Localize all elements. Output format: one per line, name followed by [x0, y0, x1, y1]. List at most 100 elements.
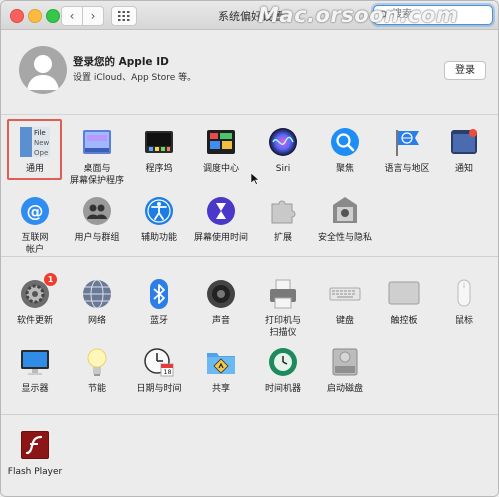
pane-desktop-screensaver[interactable]: 桌面与 屏幕保护程序: [66, 126, 128, 187]
security-privacy-icon: [333, 197, 357, 223]
title-bar: ‹ › 系统偏好设置 Mac.orsoon.com: [1, 1, 498, 30]
pane-flash-player[interactable]: Flash Player: [4, 429, 66, 478]
zoom-button[interactable]: [46, 9, 60, 23]
pane-label: 聚焦: [335, 164, 354, 174]
screen-time-icon: [207, 197, 235, 225]
pane-label: 语言与地区: [384, 164, 430, 174]
other-prefs-section: Flash Player: [1, 415, 498, 496]
avatar[interactable]: [19, 46, 67, 94]
accessibility-icon: [145, 197, 173, 225]
pane-label: 通用: [25, 164, 44, 174]
pane-siri[interactable]: Siri: [252, 126, 314, 175]
pane-label: 网络: [87, 316, 106, 326]
display-icon: [21, 350, 49, 375]
pane-language-region[interactable]: 语言与地区: [376, 126, 438, 175]
time-machine-icon: [269, 348, 297, 376]
pane-energy-saver[interactable]: 节能: [66, 346, 128, 395]
pane-trackpad[interactable]: 触控板: [373, 278, 435, 327]
pane-time-machine[interactable]: 时间机器: [252, 346, 314, 395]
pane-startup-disk[interactable]: 启动磁盘: [314, 346, 376, 395]
pane-software-update[interactable]: 1 软件更新: [4, 273, 66, 327]
pane-notifications[interactable]: 通知: [433, 126, 495, 175]
pane-sharing[interactable]: 共享: [190, 346, 252, 395]
pane-mouse[interactable]: 鼠标: [433, 278, 495, 327]
notifications-icon: [451, 129, 477, 154]
pane-label: 安全性与隐私: [317, 233, 372, 243]
language-region-icon: [396, 130, 419, 156]
user-silhouette-icon: [27, 55, 59, 90]
pane-date-time[interactable]: 18 日期与时间: [128, 346, 190, 395]
show-all-button[interactable]: [111, 6, 137, 26]
pane-label: 共享: [211, 384, 230, 394]
back-button[interactable]: ‹: [61, 6, 83, 26]
pane-bluetooth[interactable]: 蓝牙: [128, 278, 190, 327]
pane-mission-control[interactable]: 调度中心: [190, 126, 252, 175]
pane-extensions[interactable]: 扩展: [252, 195, 314, 244]
login-button[interactable]: 登录: [444, 61, 486, 80]
pane-label: 触控板: [390, 316, 418, 326]
pane-users-groups[interactable]: 用户与群组: [66, 195, 128, 244]
pane-label: 桌面与 屏幕保护程序: [69, 164, 124, 186]
pane-label: 日期与时间: [136, 384, 182, 394]
network-icon: [83, 279, 111, 309]
pane-label: Siri: [275, 164, 291, 174]
pane-label: 节能: [87, 384, 106, 394]
pane-screen-time[interactable]: 屏幕使用时间: [190, 195, 252, 244]
chevron-right-icon: ›: [90, 9, 96, 23]
printer-icon: [270, 279, 296, 309]
pane-dock[interactable]: 程序坞: [128, 126, 190, 175]
apple-id-subtitle: 设置 iCloud、App Store 等。: [73, 73, 197, 83]
minimize-button[interactable]: [28, 9, 42, 23]
sharing-icon: [207, 353, 235, 374]
pane-label: Flash Player: [7, 467, 63, 477]
pane-label: 辅助功能: [140, 233, 177, 243]
pane-displays[interactable]: 显示器: [4, 346, 66, 395]
update-badge: 1: [44, 273, 57, 286]
calendar-date: 18: [163, 368, 172, 376]
grid-icon: [118, 11, 130, 21]
pane-label: 键盘: [335, 316, 354, 326]
close-button[interactable]: [10, 9, 24, 23]
pane-keyboard[interactable]: 键盘: [314, 278, 376, 327]
spotlight-icon: [331, 128, 359, 156]
pane-label: 程序坞: [145, 164, 173, 174]
pane-label: 软件更新: [16, 316, 53, 326]
system-preferences-window: ‹ › 系统偏好设置 Mac.orsoon.com: [0, 0, 499, 497]
pane-accessibility[interactable]: 辅助功能: [128, 195, 190, 244]
startup-disk-icon: [332, 348, 358, 376]
pane-label: 鼠标: [454, 316, 473, 326]
pane-printers-scanners[interactable]: 打印机与 扫描仪: [252, 278, 314, 339]
dock-icon: [145, 131, 173, 153]
pane-label: 互联网 帐户: [21, 233, 49, 255]
pane-general[interactable]: File New Ope 通用: [4, 126, 66, 175]
general-icon: File New Ope: [20, 127, 50, 157]
extensions-icon: [271, 200, 296, 224]
chevron-left-icon: ‹: [69, 9, 75, 23]
energy-saver-icon: [87, 348, 107, 376]
pane-label: 通知: [454, 164, 473, 174]
mission-control-icon: [207, 130, 235, 154]
svg-text:New: New: [34, 139, 50, 147]
keyboard-icon: [329, 287, 361, 301]
pane-label: 声音: [211, 316, 230, 326]
svg-text:Ope: Ope: [34, 149, 48, 157]
pane-label: 调度中心: [202, 164, 239, 174]
users-groups-icon: [83, 197, 111, 225]
apple-id-title: 登录您的 Apple ID: [73, 56, 169, 68]
watermark: Mac.orsoon.com: [258, 3, 459, 27]
pane-security-privacy[interactable]: 安全性与隐私: [314, 195, 376, 244]
sound-icon: [207, 280, 235, 308]
pane-label: 打印机与 扫描仪: [264, 316, 301, 338]
pane-sound[interactable]: 声音: [190, 278, 252, 327]
svg-text:@: @: [27, 202, 44, 222]
trackpad-icon: [388, 281, 420, 305]
internet-accounts-icon: @: [21, 197, 49, 225]
pane-spotlight[interactable]: 聚焦: [314, 126, 376, 175]
forward-button[interactable]: ›: [82, 6, 104, 26]
hardware-prefs-section: 1 软件更新 网络 蓝牙 声音 打印机与 扫描仪 键盘 触控板 鼠标 显示器 节…: [1, 257, 498, 415]
pane-internet-accounts[interactable]: @ 互联网 帐户: [4, 195, 66, 256]
mouse-pointer-icon: [251, 173, 260, 185]
mouse-icon: [457, 279, 471, 307]
pane-network[interactable]: 网络: [66, 278, 128, 327]
pane-label: 用户与群组: [74, 233, 120, 243]
